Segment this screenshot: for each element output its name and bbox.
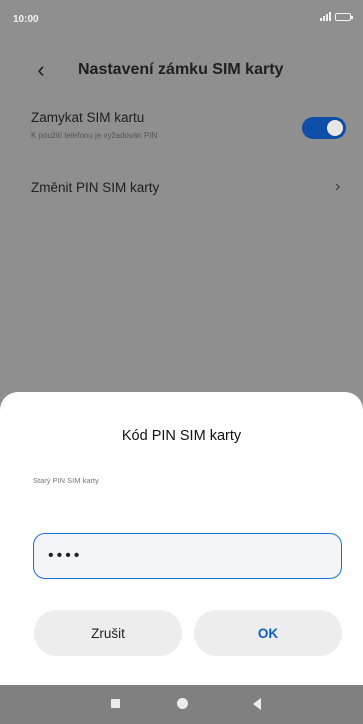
setting-lock-sim-subtitle: K použití telefonu je vyžadován PIN: [31, 131, 158, 140]
setting-lock-sim-title: Zamykat SIM kartu: [31, 110, 145, 125]
lock-sim-toggle[interactable]: [302, 117, 346, 139]
signal-icon: [320, 12, 331, 21]
chevron-left-icon: ‹: [37, 57, 45, 82]
ok-button[interactable]: OK: [194, 610, 342, 656]
setting-change-pin[interactable]: Změnit PIN SIM karty ›: [0, 170, 363, 210]
status-bar: 10:00: [0, 0, 363, 36]
setting-lock-sim[interactable]: Zamykat SIM kartu K použití telefonu je …: [0, 108, 363, 158]
back-button[interactable]: ‹: [26, 55, 56, 85]
status-time: 10:00: [13, 14, 39, 25]
status-icons: [320, 12, 353, 21]
dialog-hint: Starý PIN SIM karty: [33, 476, 99, 485]
recent-apps-button[interactable]: [111, 699, 120, 708]
navigation-bar: [0, 685, 363, 724]
cancel-button[interactable]: Zrušit: [34, 610, 182, 656]
chevron-right-icon: ›: [335, 178, 341, 195]
pin-input[interactable]: [33, 533, 342, 579]
screen: 10:00 ‹ Nastavení zámku SIM karty Zamyka…: [0, 0, 363, 724]
pin-dialog: Kód PIN SIM karty Starý PIN SIM karty Zr…: [0, 392, 363, 685]
app-bar: ‹ Nastavení zámku SIM karty: [0, 50, 363, 90]
toggle-knob: [327, 120, 343, 136]
dialog-title: Kód PIN SIM karty: [121, 428, 242, 444]
setting-change-pin-title: Změnit PIN SIM karty: [31, 180, 160, 195]
home-button[interactable]: [177, 698, 188, 709]
nav-back-button[interactable]: [253, 698, 261, 710]
battery-icon: [335, 12, 353, 21]
page-title: Nastavení zámku SIM karty: [78, 61, 284, 78]
